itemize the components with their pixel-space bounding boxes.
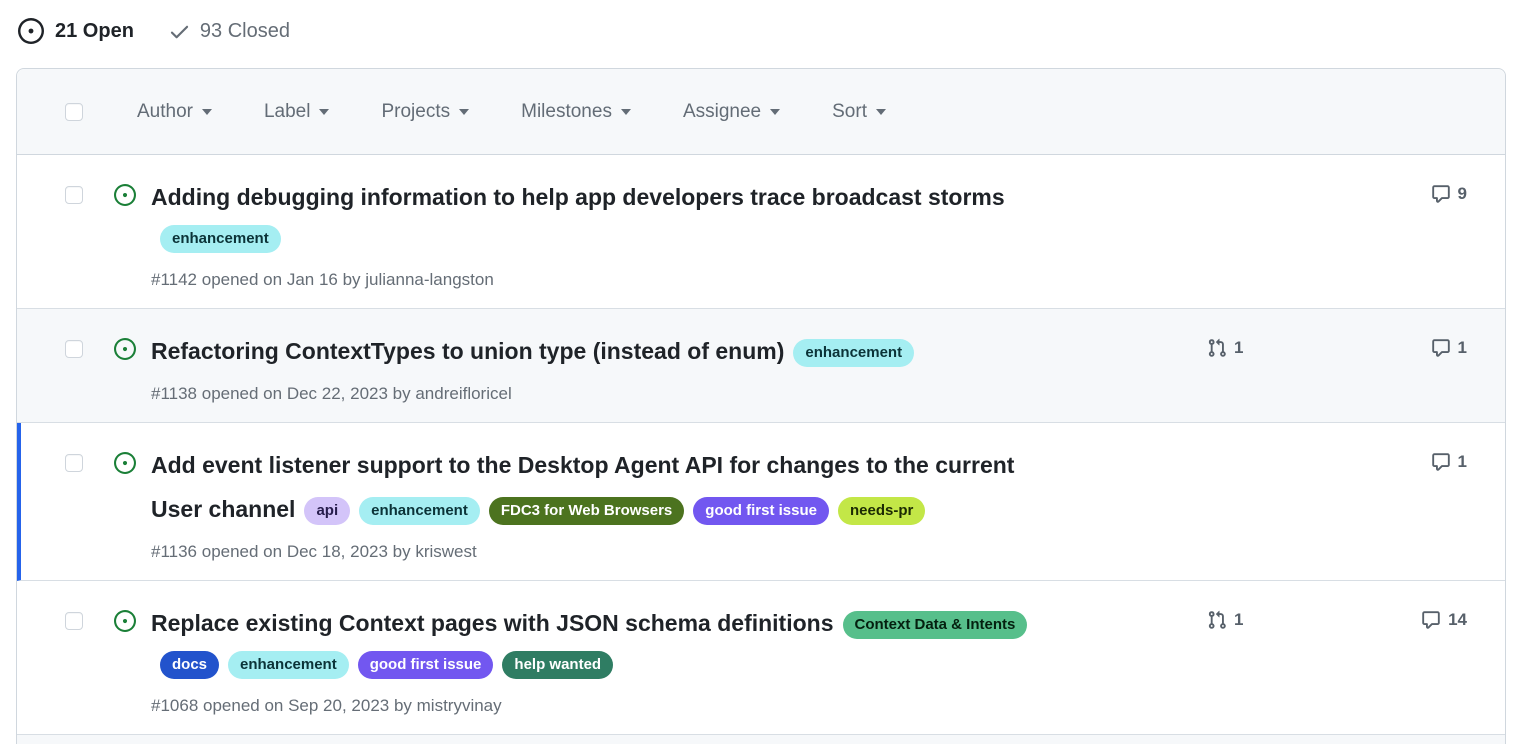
issue-main: Adding debugging information to help app…	[151, 177, 1207, 290]
open-count-label: 21 Open	[55, 20, 134, 43]
chevron-down-icon	[202, 109, 212, 115]
issue-main: Add event listener support to the Deskto…	[151, 445, 1207, 562]
issue-label[interactable]: docs	[160, 651, 219, 679]
filter-label[interactable]: Label	[264, 101, 330, 123]
issues-rows: Adding debugging information to help app…	[17, 155, 1505, 735]
issue-label[interactable]: good first issue	[358, 651, 494, 679]
comment-icon	[1431, 338, 1451, 358]
filter-assignee[interactable]: Assignee	[683, 101, 780, 123]
issue-title-line: Refactoring ContextTypes to union type (…	[151, 331, 1071, 375]
issue-opened-icon	[114, 338, 136, 365]
issue-row-right: 9	[1207, 177, 1505, 204]
issue-select-checkbox[interactable]	[65, 186, 83, 204]
issue-opened-icon	[18, 18, 44, 44]
issues-page: 21 Open 93 Closed Author Label Projects …	[0, 0, 1522, 744]
chevron-down-icon	[319, 109, 329, 115]
comment-count: 14	[1448, 610, 1467, 630]
issues-state-summary: 21 Open 93 Closed	[18, 18, 1522, 44]
issue-label[interactable]: enhancement	[228, 651, 349, 679]
chevron-down-icon	[621, 109, 631, 115]
chevron-down-icon	[459, 109, 469, 115]
comment-icon	[1431, 184, 1451, 204]
issue-title-link[interactable]: Adding debugging information to help app…	[151, 184, 1005, 210]
issue-row-right: 1	[1207, 445, 1505, 472]
comment-icon	[1431, 452, 1451, 472]
issue-label[interactable]: help wanted	[502, 651, 613, 679]
issue-title-line: Add event listener support to the Deskto…	[151, 445, 1071, 533]
issue-label[interactable]: enhancement	[793, 339, 914, 367]
filter-author[interactable]: Author	[137, 101, 212, 123]
issue-label[interactable]: enhancement	[359, 497, 480, 525]
issue-meta: #1138 opened on Dec 22, 2023 by andreifl…	[151, 384, 1207, 404]
linked-pr-count: 1	[1234, 610, 1243, 630]
linked-pr-icon	[1207, 338, 1227, 358]
filter-projects[interactable]: Projects	[381, 101, 469, 123]
filter-dropdowns: Author Label Projects Milestones Assigne…	[137, 101, 886, 123]
issue-meta: #1068 opened on Sep 20, 2023 by mistryvi…	[151, 696, 1207, 716]
issue-opened-icon	[114, 184, 136, 211]
issue-row: Refactoring ContextTypes to union type (…	[17, 309, 1505, 423]
comment-indicator[interactable]: 9	[1431, 184, 1467, 204]
comment-count: 9	[1458, 184, 1467, 204]
comment-icon	[1421, 610, 1441, 630]
issues-list-container: Author Label Projects Milestones Assigne…	[16, 68, 1506, 744]
comment-count: 1	[1458, 338, 1467, 358]
comment-indicator[interactable]: 1	[1431, 338, 1467, 358]
open-issues-tab[interactable]: 21 Open	[18, 18, 134, 44]
issue-opened-icon	[114, 610, 136, 637]
issue-main: Refactoring ContextTypes to union type (…	[151, 331, 1207, 404]
issue-row: Adding debugging information to help app…	[17, 155, 1505, 309]
select-all-checkbox[interactable]	[65, 103, 83, 121]
issue-select-checkbox[interactable]	[65, 454, 83, 472]
issue-row-right: 1 1	[1207, 331, 1505, 358]
issue-meta: #1142 opened on Jan 16 by julianna-langs…	[151, 270, 1207, 290]
comment-indicator[interactable]: 14	[1421, 610, 1467, 630]
comment-count: 1	[1458, 452, 1467, 472]
comment-indicator[interactable]: 1	[1431, 452, 1467, 472]
check-icon	[168, 20, 191, 43]
issue-label[interactable]: Context Data & Intents	[843, 611, 1028, 639]
chevron-down-icon	[876, 109, 886, 115]
chevron-down-icon	[770, 109, 780, 115]
filter-bar: Author Label Projects Milestones Assigne…	[17, 69, 1505, 155]
linked-pr-icon	[1207, 610, 1227, 630]
issue-opened-icon	[114, 452, 136, 479]
issue-label[interactable]: api	[304, 497, 350, 525]
filter-milestones[interactable]: Milestones	[521, 101, 631, 123]
issue-row: Add event listener support to the Deskto…	[17, 423, 1505, 581]
next-row-partial	[17, 735, 1505, 744]
issue-label[interactable]: good first issue	[693, 497, 829, 525]
filter-sort[interactable]: Sort	[832, 101, 886, 123]
issue-title-line: Replace existing Context pages with JSON…	[151, 603, 1071, 687]
issue-title-link[interactable]: Replace existing Context pages with JSON…	[151, 610, 834, 636]
issue-row-right: 1 14	[1207, 603, 1505, 630]
closed-count-label: 93 Closed	[200, 20, 290, 43]
issue-meta: #1136 opened on Dec 18, 2023 by kriswest	[151, 542, 1207, 562]
issue-select-checkbox[interactable]	[65, 612, 83, 630]
issue-select-checkbox[interactable]	[65, 340, 83, 358]
issue-label[interactable]: needs-pr	[838, 497, 925, 525]
issue-row: Replace existing Context pages with JSON…	[17, 581, 1505, 735]
linked-pr-count: 1	[1234, 338, 1243, 358]
linked-pr-indicator[interactable]: 1	[1207, 338, 1243, 358]
issue-title-link[interactable]: Refactoring ContextTypes to union type (…	[151, 338, 784, 364]
issue-label[interactable]: enhancement	[160, 225, 281, 253]
closed-issues-tab[interactable]: 93 Closed	[168, 20, 290, 43]
issue-label[interactable]: FDC3 for Web Browsers	[489, 497, 684, 525]
linked-pr-indicator[interactable]: 1	[1207, 610, 1243, 630]
issue-main: Replace existing Context pages with JSON…	[151, 603, 1207, 716]
issue-title-line: Adding debugging information to help app…	[151, 177, 1071, 261]
